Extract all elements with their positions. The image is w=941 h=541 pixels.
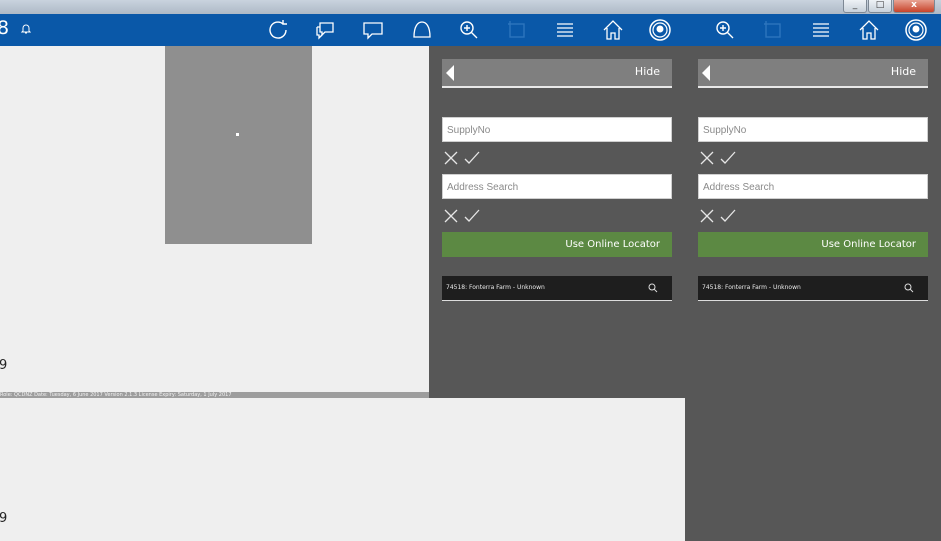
speech-icon[interactable] xyxy=(410,18,434,42)
hide-bar[interactable]: Hide xyxy=(698,59,928,88)
close-button[interactable]: x xyxy=(893,0,935,13)
supply-no-input[interactable] xyxy=(699,119,927,142)
supply-no-field[interactable] xyxy=(698,117,928,142)
address-search-input[interactable] xyxy=(699,176,927,199)
supply-no-field[interactable] xyxy=(442,117,672,142)
address-search-input[interactable] xyxy=(443,176,671,199)
search-result-row[interactable]: 74518: Fonterra Farm - Unknown xyxy=(442,276,672,301)
locator-pane-2: Hide Use Online Locator 74518: Fonterra … xyxy=(685,46,941,541)
crop-icon[interactable] xyxy=(505,18,529,42)
result-text: 74518: Fonterra Farm - Unknown xyxy=(446,284,545,291)
clear-icon[interactable] xyxy=(444,209,458,223)
supply-actions xyxy=(700,151,760,167)
clear-icon[interactable] xyxy=(700,151,714,165)
map-dot xyxy=(236,133,239,136)
zoom-in-icon[interactable] xyxy=(457,18,481,42)
clear-icon[interactable] xyxy=(444,151,458,165)
hide-bar[interactable]: Hide xyxy=(442,59,672,88)
map-placeholder xyxy=(165,46,312,244)
use-online-locator-button[interactable]: Use Online Locator xyxy=(698,232,928,257)
maximize-button[interactable]: □ xyxy=(868,0,892,13)
check-icon[interactable] xyxy=(720,209,736,223)
bell-icon[interactable] xyxy=(21,23,31,35)
side-number-bottom: 9 xyxy=(0,511,8,526)
hide-label[interactable]: Hide xyxy=(891,65,916,78)
search-icon[interactable] xyxy=(648,283,658,293)
side-number-top: 9 xyxy=(0,358,8,373)
chat-bubble-icon[interactable] xyxy=(361,18,385,42)
window-title-bar xyxy=(0,0,941,14)
use-online-locator-button[interactable]: Use Online Locator xyxy=(442,232,672,257)
target-icon[interactable] xyxy=(904,18,928,42)
crop-icon[interactable] xyxy=(761,18,785,42)
clear-icon[interactable] xyxy=(700,209,714,223)
collapse-arrow-icon[interactable] xyxy=(702,65,710,81)
home-icon[interactable] xyxy=(601,18,625,42)
address-search-field[interactable] xyxy=(442,174,672,199)
zoom-in-icon[interactable] xyxy=(713,18,737,42)
refresh-icon[interactable] xyxy=(266,18,290,42)
hide-label[interactable]: Hide xyxy=(635,65,660,78)
map-pane-bottom xyxy=(0,398,685,541)
window-controls: _ □ x xyxy=(843,0,935,13)
list-icon[interactable] xyxy=(553,18,577,42)
search-result-row[interactable]: 74518: Fonterra Farm - Unknown xyxy=(698,276,928,301)
home-icon[interactable] xyxy=(857,18,881,42)
search-icon[interactable] xyxy=(904,283,914,293)
supply-no-input[interactable] xyxy=(443,119,671,142)
target-icon[interactable] xyxy=(648,18,672,42)
check-icon[interactable] xyxy=(464,209,480,223)
minimize-button[interactable]: _ xyxy=(843,0,867,13)
chat-bubbles-icon[interactable] xyxy=(313,18,337,42)
list-icon[interactable] xyxy=(809,18,833,42)
collapse-arrow-icon[interactable] xyxy=(446,65,454,81)
check-icon[interactable] xyxy=(720,151,736,165)
supply-actions xyxy=(444,151,504,167)
address-actions xyxy=(700,209,760,225)
check-icon[interactable] xyxy=(464,151,480,165)
locator-pane-1: Hide Use Online Locator 74518: Fonterra … xyxy=(429,46,685,398)
toolbar-number: 8 xyxy=(0,17,10,39)
address-search-field[interactable] xyxy=(698,174,928,199)
address-actions xyxy=(444,209,504,225)
result-text: 74518: Fonterra Farm - Unknown xyxy=(702,284,801,291)
